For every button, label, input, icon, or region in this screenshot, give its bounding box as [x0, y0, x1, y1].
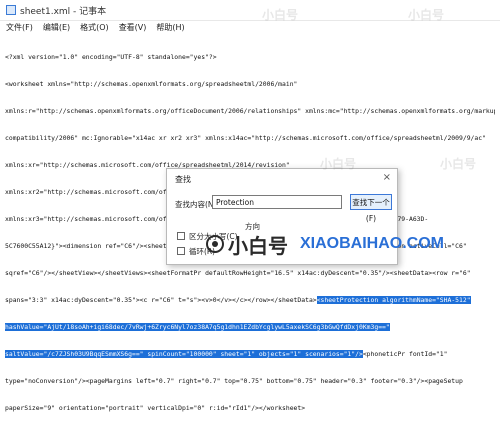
menu-format[interactable]: 格式(O) [80, 22, 109, 33]
selected-text: <sheetProtection algorithmName="SHA-512" [316, 296, 471, 304]
editor-line: saltValue="/c7ZJSh03U9BqqESmmXS6g==" spi… [5, 350, 448, 358]
match-case-checkbox[interactable] [177, 232, 185, 240]
brand-url: XIAOBAIHAO.COM [300, 235, 444, 252]
editor-line: compatibility/2006" mc:Ignorable="x14ac … [5, 134, 486, 142]
editor-line: <?xml version="1.0" encoding="UTF-8" sta… [5, 53, 217, 61]
menu-view[interactable]: 查看(V) [119, 22, 147, 33]
editor-line: paperSize="9" orientation="portrait" ver… [5, 404, 306, 412]
watermark-text: 小白号 [262, 8, 299, 22]
find-input[interactable]: Protection [212, 195, 342, 209]
find-next-button[interactable]: 查找下一个(F) [350, 194, 392, 223]
editor-line: sqref="C6"/></sheetView></sheetViews><sh… [5, 269, 471, 277]
menu-file[interactable]: 文件(F) [6, 22, 33, 33]
editor-line: type="noConversion"/><pageMargins left="… [5, 377, 463, 385]
editor-line: spans="3:3" x14ac:dyDescent="0.35"><c r=… [5, 296, 471, 304]
watermark-text: 小白号 [440, 157, 477, 171]
menu-help[interactable]: 帮助(H) [156, 22, 184, 33]
watermark-text: 小白号 [408, 8, 445, 22]
watermark-brand: 小白号 XIAOBAIHAO.COM [206, 232, 444, 258]
dialog-title: 查找 [175, 175, 191, 184]
menu-edit[interactable]: 编辑(E) [43, 22, 70, 33]
editor-line: hashValue="AjUt/18soAh+igi68dec/7vRwj+6Z… [5, 323, 495, 332]
window-title: sheet1.xml - 记事本 [20, 6, 107, 17]
editor-line: xmlns:r="http://schemas.openxmlformats.o… [5, 107, 495, 115]
selected-text: hashValue="AjUt/18soAh+igi68dec/7vRwj+6Z… [5, 323, 390, 331]
brand-name: 小白号 [228, 233, 288, 258]
notepad-icon [6, 5, 16, 15]
watermark-text: 小白号 [320, 157, 357, 171]
wrap-checkbox[interactable] [177, 247, 185, 255]
editor-line: <worksheet xmlns="http://schemas.openxml… [5, 80, 298, 88]
close-icon[interactable]: × [383, 172, 391, 183]
brand-logo-icon [206, 235, 224, 253]
selected-text: saltValue="/c7ZJSh03U9BqqESmmXS6g==" spi… [5, 350, 363, 358]
